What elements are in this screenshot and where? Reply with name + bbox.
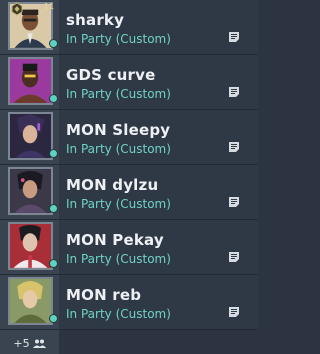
party-member-row[interactable]: MON Sleepy In Party (Custom) xyxy=(0,110,258,165)
member-name: MON reb xyxy=(66,286,142,304)
avatar-portrait-icon xyxy=(10,279,51,323)
online-dot-icon xyxy=(49,259,58,268)
note-icon[interactable] xyxy=(228,251,240,263)
rank-badge-icon xyxy=(11,2,23,16)
avatar[interactable] xyxy=(8,167,53,215)
member-status: In Party (Custom) xyxy=(66,307,171,321)
party-member-row[interactable]: MON Pekay In Party (Custom) xyxy=(0,220,258,275)
member-status: In Party (Custom) xyxy=(66,197,171,211)
online-dot-icon xyxy=(49,149,58,158)
member-status: In Party (Custom) xyxy=(66,252,171,266)
avatar[interactable] xyxy=(8,57,53,105)
online-dot-icon xyxy=(49,94,58,103)
level-tag: 11 xyxy=(44,2,55,11)
avatar[interactable] xyxy=(8,277,53,325)
avatar-portrait-icon xyxy=(10,114,51,158)
avatar-portrait-icon xyxy=(10,59,51,103)
member-status: In Party (Custom) xyxy=(66,87,171,101)
member-status: In Party (Custom) xyxy=(66,142,171,156)
member-name: MON dylzu xyxy=(66,176,159,194)
note-icon[interactable] xyxy=(228,141,240,153)
member-name: MON Sleepy xyxy=(66,121,171,139)
avatar[interactable] xyxy=(8,112,53,160)
group-icon xyxy=(32,339,46,348)
online-dot-icon xyxy=(49,39,58,48)
party-member-row[interactable]: 11 sharky In Party (Custom) xyxy=(0,0,258,55)
party-panel: 11 sharky In Party (Custom) GDS curve In… xyxy=(0,0,258,354)
avatar[interactable] xyxy=(8,222,53,270)
party-member-row[interactable]: MON reb In Party (Custom) xyxy=(0,275,258,330)
note-icon[interactable] xyxy=(228,31,240,43)
avatar-portrait-icon xyxy=(10,224,51,268)
member-name: GDS curve xyxy=(66,66,156,84)
member-status: In Party (Custom) xyxy=(66,32,171,46)
member-name: sharky xyxy=(66,11,125,29)
online-dot-icon xyxy=(49,204,58,213)
party-member-row[interactable]: GDS curve In Party (Custom) xyxy=(0,55,258,110)
online-dot-icon xyxy=(49,314,58,323)
member-name: MON Pekay xyxy=(66,231,164,249)
more-count: +5 xyxy=(13,337,30,350)
party-member-row[interactable]: MON dylzu In Party (Custom) xyxy=(0,165,258,220)
note-icon[interactable] xyxy=(228,86,240,98)
avatar-portrait-icon xyxy=(10,169,51,213)
more-members-button[interactable]: +5 xyxy=(0,333,59,354)
note-icon[interactable] xyxy=(228,196,240,208)
note-icon[interactable] xyxy=(228,306,240,318)
row-divider xyxy=(0,329,258,330)
